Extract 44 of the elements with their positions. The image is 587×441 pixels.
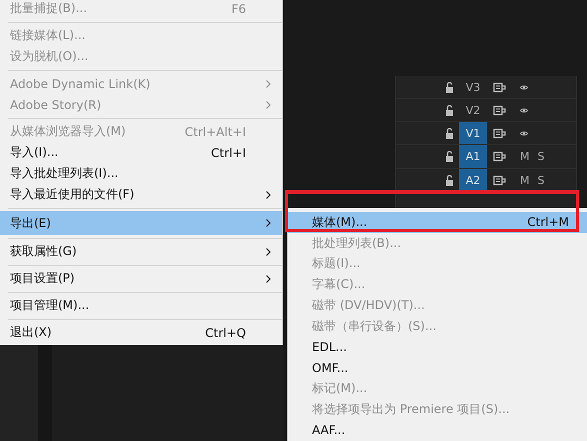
- menu-item[interactable]: 退出(X) Ctrl+Q: [0, 322, 282, 343]
- lock-icon[interactable]: [444, 175, 454, 186]
- solo-toggle[interactable]: S: [536, 174, 546, 187]
- lock-icon[interactable]: [444, 82, 454, 92]
- menu-item[interactable]: 导入最近使用的文件(F): [0, 184, 282, 205]
- track-label[interactable]: A1: [459, 145, 487, 168]
- shortcut: Ctrl+M: [527, 215, 569, 230]
- chevron-icon: [266, 80, 271, 88]
- chevron-icon: [266, 274, 271, 282]
- track-label[interactable]: A2: [459, 169, 487, 192]
- chevron-icon: [266, 100, 271, 108]
- menu-item[interactable]: 导入(I)... Ctrl+I: [0, 142, 282, 163]
- lock-icon[interactable]: [444, 128, 454, 138]
- menu-item[interactable]: OMF...: [288, 358, 587, 378]
- menu-item[interactable]: 项目设置(P): [0, 268, 282, 289]
- menu-item[interactable]: 导入批处理列表(I)...: [0, 163, 282, 184]
- menu-item[interactable]: EDL...: [288, 336, 587, 358]
- mute-toggle[interactable]: M: [520, 174, 528, 187]
- eye-icon[interactable]: [520, 106, 528, 114]
- menu-item[interactable]: AAF...: [288, 420, 587, 441]
- shortcut: Ctrl+Q: [205, 326, 246, 340]
- shortcut: Ctrl+Alt+I: [184, 124, 246, 138]
- menu-item[interactable]: 获取属性(G): [0, 241, 282, 262]
- sync-icon[interactable]: [493, 104, 506, 116]
- sync-icon[interactable]: [493, 151, 506, 162]
- mute-toggle[interactable]: M: [520, 150, 528, 163]
- track-label[interactable]: V1: [459, 122, 487, 144]
- lock-icon[interactable]: [444, 104, 454, 116]
- shortcut: F6: [231, 2, 246, 16]
- solo-toggle[interactable]: S: [536, 150, 546, 163]
- menu-item[interactable]: 导出(E): [0, 211, 282, 235]
- sync-icon[interactable]: [493, 128, 506, 138]
- sync-icon[interactable]: [493, 175, 506, 186]
- shortcut: Ctrl+I: [211, 146, 246, 160]
- chevron-icon: [266, 190, 271, 198]
- eye-icon[interactable]: [520, 82, 528, 92]
- track-label[interactable]: V3: [459, 76, 487, 98]
- track-label[interactable]: V2: [459, 99, 487, 121]
- menu-item[interactable]: 项目管理(M)...: [0, 295, 282, 316]
- chevron-icon: [266, 248, 271, 256]
- eye-icon[interactable]: [520, 128, 528, 138]
- chevron-icon: [266, 219, 271, 227]
- sync-icon[interactable]: [493, 82, 506, 92]
- lock-icon[interactable]: [444, 151, 454, 162]
